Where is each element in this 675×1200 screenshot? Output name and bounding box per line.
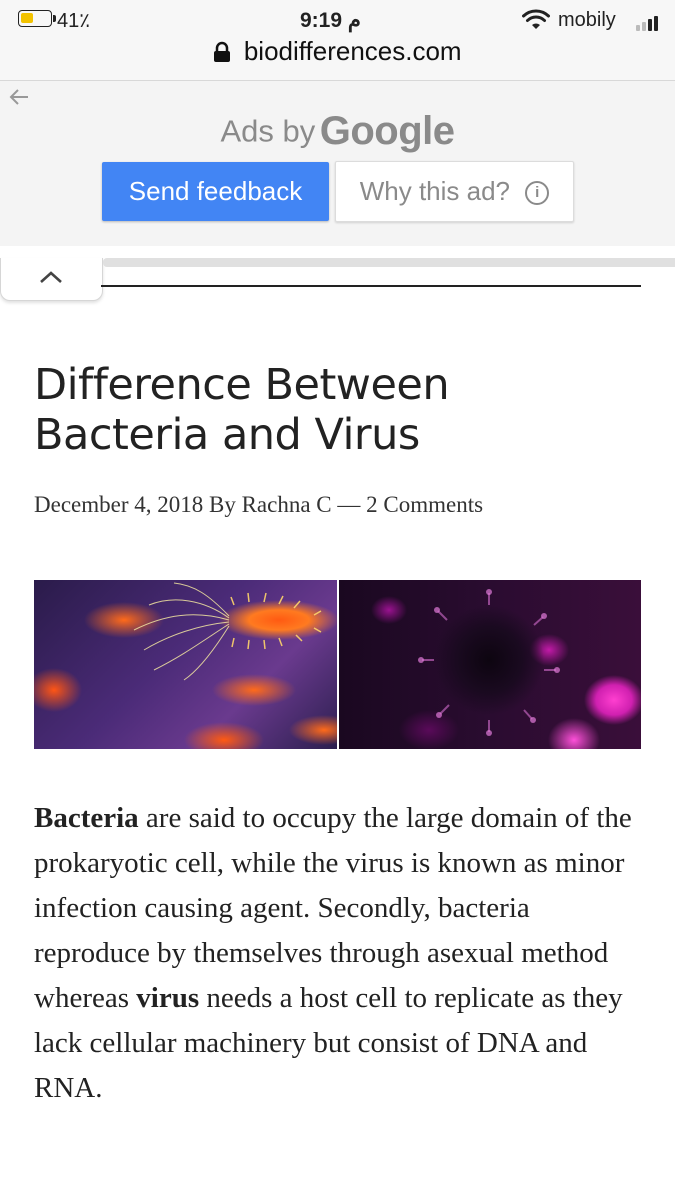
meta-dash: —: [337, 492, 361, 517]
article-intro-paragraph: Bacteria are said to occupy the large do…: [34, 796, 649, 1111]
header-divider: [101, 285, 641, 287]
bacteria-image: [34, 580, 337, 749]
address-bar[interactable]: biodifferences.com: [0, 36, 675, 72]
by-label: By: [209, 492, 236, 517]
article-hero-image: [34, 580, 641, 749]
status-time: 9:19 م: [300, 9, 361, 32]
info-icon: i: [525, 181, 550, 206]
send-feedback-button[interactable]: Send feedback: [102, 162, 329, 221]
ad-feedback-panel: Ads by Google Send feedback Why this ad?…: [0, 81, 675, 246]
url-text: biodifferences.com: [243, 36, 462, 66]
virus-keyword: virus: [136, 982, 200, 1014]
ad-panel-edge: [103, 258, 675, 267]
browser-top-bar: 41٪ 9:19 م mobily biodifferences.com: [0, 0, 675, 81]
ads-by-text: Ads by: [220, 113, 316, 149]
wifi-icon: [522, 9, 550, 29]
status-bar: 41٪ 9:19 م mobily: [0, 4, 675, 34]
why-this-ad-button[interactable]: Why this ad? i: [335, 161, 574, 222]
carrier-name: mobily: [558, 9, 616, 31]
why-this-ad-label: Why this ad?: [359, 176, 511, 206]
chevron-up-icon: [40, 271, 62, 283]
bacteria-keyword: Bacteria: [34, 802, 139, 834]
google-logo: Google: [319, 109, 455, 153]
collapse-ad-button[interactable]: [0, 258, 103, 301]
ads-by-google-label: Ads by Google: [0, 109, 675, 154]
lock-icon: [214, 41, 231, 62]
signal-icon: [636, 14, 666, 31]
post-date: December 4, 2018: [34, 492, 204, 517]
comments-link[interactable]: 2 Comments: [366, 492, 483, 517]
article-meta: December 4, 2018 By Rachna C — 2 Comment…: [34, 492, 483, 518]
author-link[interactable]: Rachna C: [242, 492, 332, 517]
battery-percent: 41٪: [57, 10, 90, 32]
article-title: Difference Between Bacteria and Virus: [34, 360, 450, 460]
virus-image: [339, 580, 641, 749]
battery-icon: [18, 10, 56, 27]
back-arrow-icon[interactable]: [8, 87, 30, 107]
